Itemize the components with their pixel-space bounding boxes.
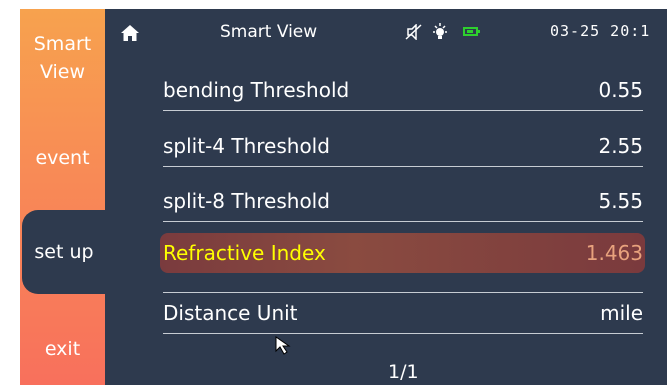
setting-row-split4-threshold[interactable]: split-4 Threshold 2.55	[163, 126, 643, 167]
sidebar-item-label: exit	[44, 338, 81, 360]
cursor-icon	[275, 336, 291, 355]
sidebar-item-label: set up	[34, 241, 94, 263]
mute-icon	[405, 24, 422, 40]
sidebar-item-event[interactable]: event	[20, 143, 105, 173]
page-indicator: 1/1	[388, 361, 419, 383]
setting-value: mile	[600, 301, 643, 325]
battery-icon	[463, 27, 480, 36]
setting-value: 2.55	[598, 134, 643, 158]
setting-value: 5.55	[598, 189, 643, 213]
setting-label: bending Threshold	[163, 78, 350, 102]
sidebar-item-smart-view[interactable]: Smart View	[20, 29, 105, 87]
setting-label: Distance Unit	[163, 301, 298, 325]
setting-label: split-8 Threshold	[163, 189, 330, 213]
home-icon[interactable]	[121, 25, 139, 41]
device-screen: Smart View event set up exit Smart View	[20, 9, 667, 385]
setting-value: 0.55	[598, 78, 643, 102]
setting-row-bending-threshold[interactable]: bending Threshold 0.55	[163, 70, 643, 111]
sidebar-item-label: Smart	[33, 33, 92, 55]
page-title: Smart View	[220, 22, 318, 42]
setting-row-refractive-index[interactable]: Refractive Index 1.463	[160, 233, 645, 273]
status-bar: Smart View 03-25 20:1	[105, 9, 667, 57]
clock: 03-25 20:1	[550, 22, 651, 40]
setting-row-split8-threshold[interactable]: split-8 Threshold 5.55	[163, 181, 643, 222]
setting-row-distance-unit[interactable]: Distance Unit mile	[163, 292, 643, 334]
sidebar-item-set-up[interactable]: set up	[22, 210, 122, 294]
bulb-icon	[433, 23, 447, 39]
setting-label: split-4 Threshold	[163, 134, 330, 158]
setting-label: Refractive Index	[163, 241, 326, 265]
setting-value: 1.463	[585, 241, 643, 265]
sidebar: Smart View event set up exit	[20, 9, 122, 385]
sidebar-item-exit[interactable]: exit	[20, 334, 105, 364]
sidebar-item-label: View	[39, 61, 86, 83]
sidebar-item-label: event	[35, 147, 90, 169]
